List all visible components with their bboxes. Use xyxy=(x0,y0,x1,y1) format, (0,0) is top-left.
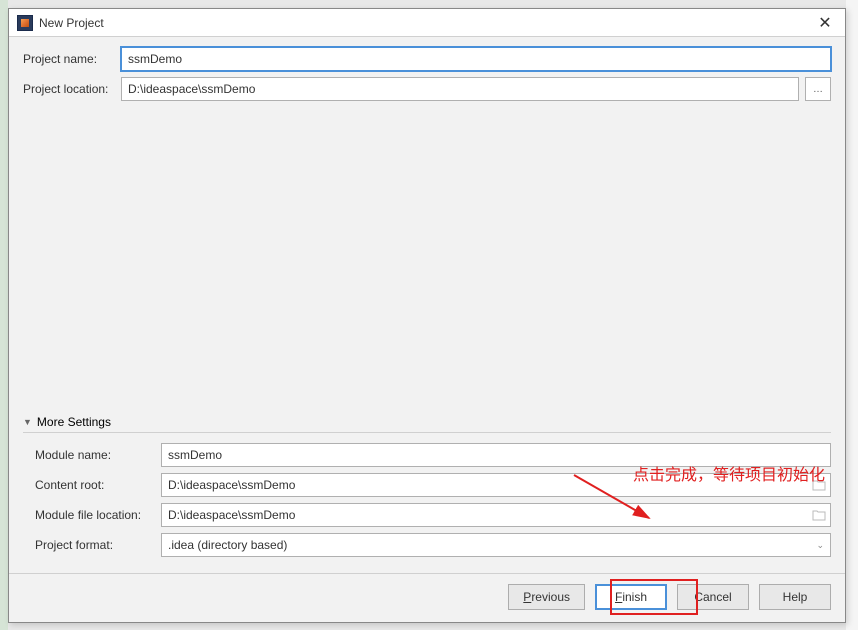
project-format-select[interactable]: .idea (directory based) ⌄ xyxy=(161,533,831,557)
previous-label: revious xyxy=(531,590,570,604)
window-title: New Project xyxy=(39,16,809,30)
project-format-label: Project format: xyxy=(35,538,155,552)
titlebar: New Project ✕ xyxy=(9,9,845,37)
content-root-label: Content root: xyxy=(35,478,155,492)
module-file-location-input[interactable]: D:\ideaspace\ssmDemo xyxy=(162,508,808,522)
project-name-input[interactable] xyxy=(121,47,831,71)
app-icon xyxy=(17,15,33,31)
finish-button[interactable]: Finish xyxy=(595,584,667,610)
cancel-button[interactable]: Cancel xyxy=(677,584,749,610)
chevron-down-icon: ⌄ xyxy=(816,540,824,551)
folder-icon[interactable] xyxy=(808,503,830,527)
chevron-down-icon: ▼ xyxy=(23,417,32,427)
more-settings-label: More Settings xyxy=(37,415,111,429)
finish-label: inish xyxy=(622,590,647,604)
module-name-label: Module name: xyxy=(35,448,155,462)
project-name-label: Project name: xyxy=(23,52,115,66)
project-location-input[interactable] xyxy=(121,77,799,101)
annotation-text: 点击完成，等待项目初始化 xyxy=(633,461,825,485)
previous-button[interactable]: Previous xyxy=(508,584,585,610)
browse-location-button[interactable]: … xyxy=(805,77,831,101)
button-row: Previous Finish Cancel Help xyxy=(9,573,845,622)
close-icon[interactable]: ✕ xyxy=(809,9,841,37)
help-button[interactable]: Help xyxy=(759,584,831,610)
new-project-dialog: New Project ✕ Project name: Project loca… xyxy=(8,8,846,623)
project-location-label: Project location: xyxy=(23,82,115,96)
module-file-location-label: Module file location: xyxy=(35,508,155,522)
more-settings-header[interactable]: ▼ More Settings xyxy=(23,415,831,433)
project-format-value: .idea (directory based) xyxy=(168,538,287,552)
